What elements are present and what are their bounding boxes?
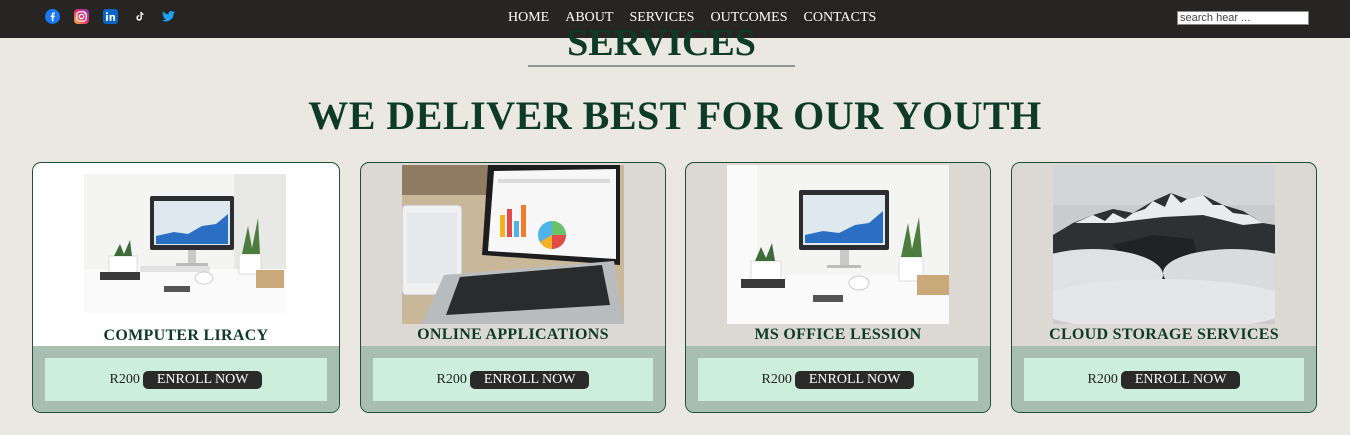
- desk-computer-image: [727, 165, 949, 324]
- price-label: R200: [761, 371, 792, 387]
- twitter-icon[interactable]: [161, 9, 176, 24]
- card-title: CLOUD STORAGE SERVICES: [1049, 326, 1279, 343]
- card-footer-inner: R200 ENROLL NOW: [698, 358, 978, 401]
- card-footer: R200 ENROLL NOW: [686, 346, 990, 412]
- misty-mountain-image: [1053, 165, 1275, 324]
- card-footer-inner: R200 ENROLL NOW: [373, 358, 653, 401]
- card-footer-inner: R200 ENROLL NOW: [1024, 358, 1304, 401]
- enroll-now-button[interactable]: ENROLL NOW: [469, 370, 590, 389]
- card-footer: R200 ENROLL NOW: [361, 346, 665, 412]
- enroll-now-button[interactable]: ENROLL NOW: [1120, 370, 1241, 389]
- enroll-now-button[interactable]: ENROLL NOW: [794, 370, 915, 389]
- tiktok-icon[interactable]: [132, 9, 147, 24]
- price-label: R200: [109, 371, 140, 387]
- page-headline: WE DELIVER BEST FOR OUR YOUTH: [308, 93, 1042, 138]
- service-card-computer-literacy: COMPUTER LIRACY R200 ENROLL NOW: [32, 162, 340, 413]
- social-links: [45, 9, 176, 24]
- section-title-underline: [528, 65, 795, 67]
- price-label: R200: [436, 371, 467, 387]
- card-footer-inner: R200 ENROLL NOW: [45, 358, 327, 401]
- card-footer: R200 ENROLL NOW: [1012, 346, 1316, 412]
- price-label: R200: [1087, 371, 1118, 387]
- instagram-icon[interactable]: [74, 9, 89, 24]
- card-footer: R200 ENROLL NOW: [33, 346, 339, 412]
- section-title: SERVICES: [567, 24, 756, 64]
- laptop-charts-image: [402, 165, 624, 324]
- enroll-now-button[interactable]: ENROLL NOW: [142, 370, 263, 389]
- facebook-icon[interactable]: [45, 9, 60, 24]
- desk-computer-image: [84, 174, 286, 313]
- service-card-ms-office: MS OFFICE LESSION R200 ENROLL NOW: [685, 162, 991, 413]
- card-title: MS OFFICE LESSION: [754, 326, 922, 343]
- service-card-online-applications: ONLINE APPLICATIONS R200 ENROLL NOW: [360, 162, 666, 413]
- linkedin-icon[interactable]: [103, 9, 118, 24]
- nav-contacts-link[interactable]: CONTACTS: [804, 10, 877, 26]
- card-title: ONLINE APPLICATIONS: [417, 326, 609, 343]
- search-input[interactable]: [1177, 11, 1309, 25]
- card-title: COMPUTER LIRACY: [103, 327, 269, 344]
- service-card-cloud-storage: CLOUD STORAGE SERVICES R200 ENROLL NOW: [1011, 162, 1317, 413]
